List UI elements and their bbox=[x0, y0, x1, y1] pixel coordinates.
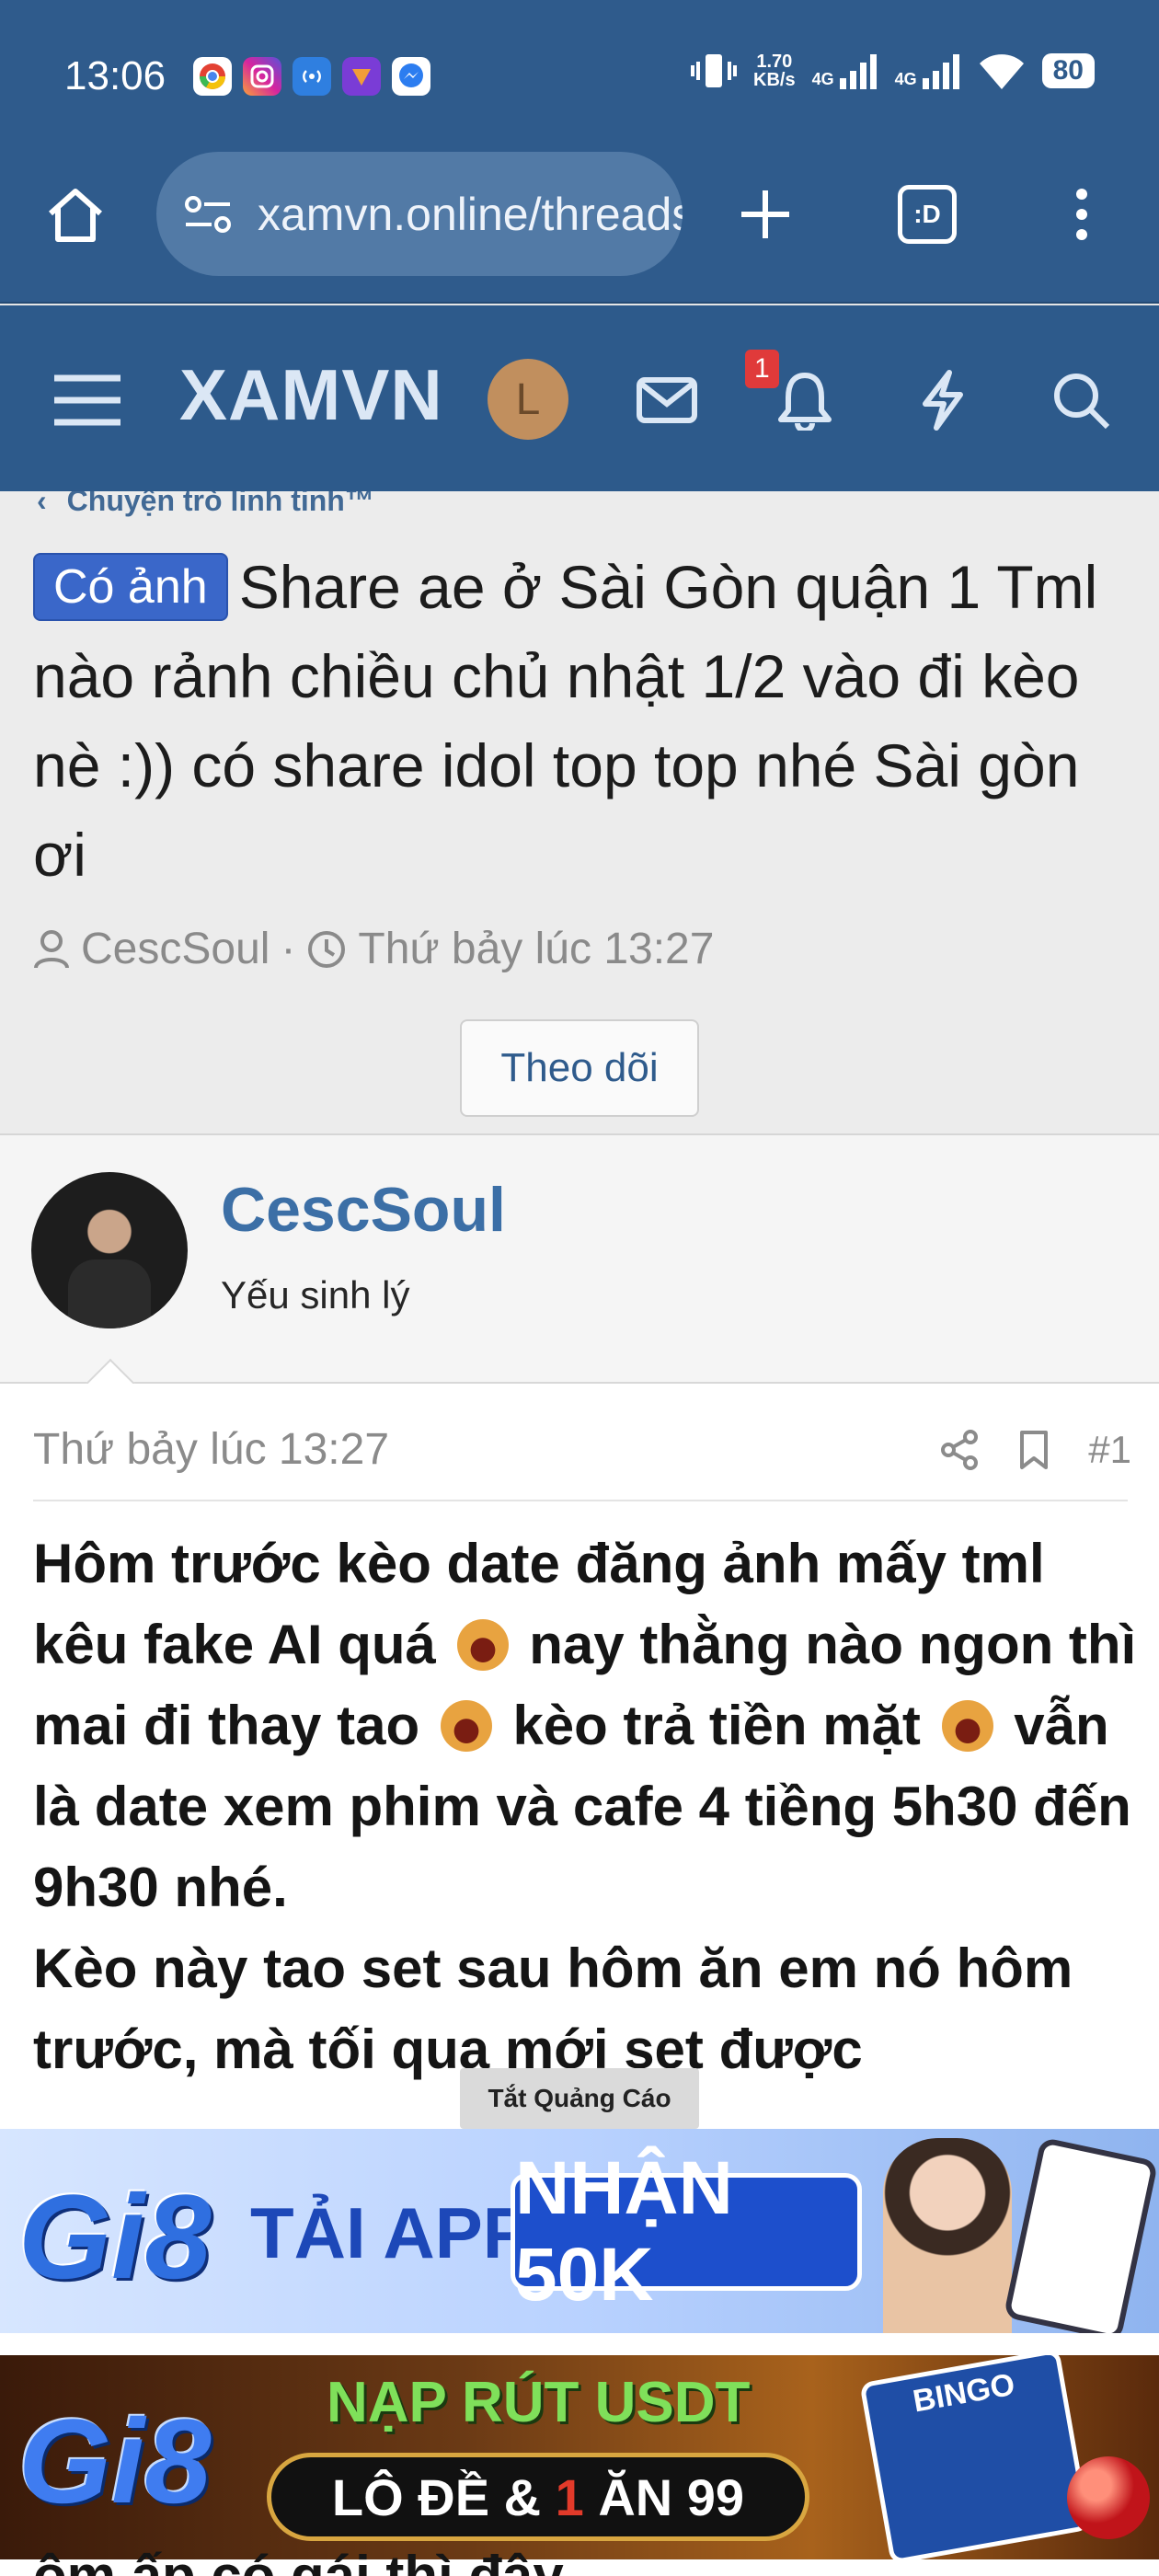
inbox-icon[interactable] bbox=[625, 359, 708, 442]
signal-bars-icon bbox=[839, 54, 877, 89]
thread-date[interactable]: Thứ bảy lúc 13:27 bbox=[358, 924, 714, 974]
site-logo[interactable]: XAMVN bbox=[179, 353, 443, 437]
username[interactable]: CescSoul bbox=[221, 1174, 506, 1246]
post-text: Kèo này tao set sau hôm ăn em nó hôm trư… bbox=[33, 1938, 1073, 2080]
site-header: XAMVN L 1 bbox=[0, 305, 1159, 491]
browser-toolbar: xamvn.online/threads :D bbox=[0, 152, 1159, 304]
breadcrumb[interactable]: ‹ Chuyện trò linh tinh™ bbox=[37, 484, 374, 518]
status-bar: 13:06 1.70 KB/s 4G 4G 80 bbox=[0, 0, 1159, 152]
bookmark-icon[interactable] bbox=[1018, 1429, 1050, 1471]
breadcrumb-forum[interactable]: Chuyện trò linh tinh™ bbox=[67, 484, 374, 518]
status-indicators: 1.70 KB/s 4G 4G 80 bbox=[691, 51, 1095, 91]
url-bar[interactable]: xamvn.online/threads bbox=[156, 152, 683, 276]
ad-brand: Gi8 bbox=[18, 2169, 212, 2304]
close-ads-button[interactable]: Tắt Quảng Cáo bbox=[460, 2068, 699, 2129]
battery-indicator: 80 bbox=[1041, 53, 1095, 88]
browser-menu-icon[interactable] bbox=[1045, 178, 1119, 251]
follow-button[interactable]: Theo dõi bbox=[460, 1019, 699, 1117]
post-number[interactable]: #1 bbox=[1088, 1428, 1131, 1472]
chrome-icon bbox=[193, 57, 232, 96]
messenger-icon bbox=[392, 57, 430, 96]
ad-banner-2[interactable]: Gi8 NẠP RÚT USDT LÔ ĐỀ & 1 ĂN 99 BINGO bbox=[0, 2355, 1159, 2559]
thread-title: Có ảnh Share ae ở Sài Gòn quận 1 Tml nào … bbox=[33, 543, 1137, 900]
ad-banner-1[interactable]: Gi8 TẢI APP NHẬN 50K bbox=[0, 2129, 1159, 2333]
thread-meta: CescSoul · Thứ bảy lúc 13:27 bbox=[33, 924, 714, 974]
post-text-partial: ôm ấp có gái thì đây. bbox=[33, 2548, 575, 2576]
thread-author[interactable]: CescSoul bbox=[81, 924, 270, 974]
post-text: kèo trả tiền mặt bbox=[512, 1695, 921, 1756]
instagram-icon bbox=[243, 57, 281, 96]
shocked-emoji-icon bbox=[941, 1700, 993, 1752]
user-avatar[interactable] bbox=[31, 1172, 188, 1328]
new-tab-icon[interactable] bbox=[729, 178, 802, 251]
shocked-emoji-icon bbox=[440, 1700, 492, 1752]
ad-gap bbox=[0, 2333, 1159, 2355]
ad-text: NẠP RÚT USDT bbox=[327, 2371, 751, 2434]
post-date[interactable]: Thứ bảy lúc 13:27 bbox=[33, 1424, 389, 1475]
post-divider bbox=[33, 1500, 1128, 1501]
post-user-block: CescSoul Yếu sinh lý bbox=[0, 1135, 1159, 1417]
signal-bars-icon bbox=[922, 54, 959, 89]
meta-separator: · bbox=[281, 925, 296, 973]
post-actions: #1 bbox=[939, 1428, 1131, 1472]
ad-phone-image bbox=[1003, 2136, 1159, 2333]
user-title: Yếu sinh lý bbox=[221, 1273, 410, 1317]
wifi-icon bbox=[979, 54, 1024, 89]
ad-pill: NHẬN 50K bbox=[511, 2146, 862, 2317]
clock-icon bbox=[308, 930, 346, 968]
vibrate-icon bbox=[691, 54, 738, 87]
post-body: Hôm trước kèo date đăng ảnh mấy tml kêu … bbox=[33, 1524, 1137, 2090]
search-icon[interactable] bbox=[1039, 359, 1122, 442]
thread-prefix[interactable]: Có ảnh bbox=[33, 553, 228, 621]
lottery-ball-image bbox=[1067, 2456, 1150, 2539]
site-settings-icon[interactable] bbox=[182, 191, 234, 237]
ad-model-image bbox=[883, 2138, 1012, 2333]
account-avatar[interactable]: L bbox=[488, 359, 568, 440]
tabs-button[interactable]: :D bbox=[890, 178, 964, 251]
home-icon[interactable] bbox=[39, 178, 112, 251]
whats-new-icon[interactable] bbox=[901, 359, 984, 442]
user-icon bbox=[34, 929, 69, 969]
shocked-emoji-icon bbox=[456, 1619, 509, 1671]
ad-pill: LÔ ĐỀ & 1 ĂN 99 bbox=[267, 2453, 809, 2541]
network-speed: 1.70 KB/s bbox=[753, 52, 796, 90]
signal-1: 4G bbox=[812, 52, 878, 89]
bingo-card-image: BINGO bbox=[859, 2355, 1091, 2559]
ad-brand: Gi8 bbox=[18, 2394, 212, 2528]
thread-header: ‹ Chuyện trò linh tinh™ Có ảnh Share ae ở… bbox=[0, 484, 1159, 1135]
ad-text: TẢI APP bbox=[250, 2192, 531, 2273]
podcast-icon bbox=[293, 57, 331, 96]
status-time: 13:06 bbox=[64, 53, 166, 98]
vpn-icon bbox=[342, 57, 381, 96]
hamburger-menu-icon[interactable] bbox=[46, 359, 129, 442]
signal-2: 4G bbox=[895, 52, 961, 89]
share-icon[interactable] bbox=[939, 1429, 980, 1471]
url-text: xamvn.online/threads bbox=[258, 188, 683, 240]
notification-icons bbox=[193, 57, 430, 96]
notification-badge: 1 bbox=[745, 350, 779, 388]
chevron-left-icon: ‹ bbox=[37, 484, 47, 517]
